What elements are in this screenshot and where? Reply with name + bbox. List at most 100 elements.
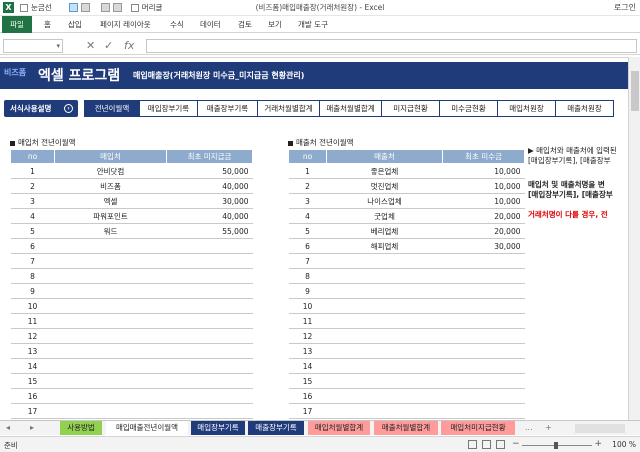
table-cell[interactable]: 베리업체	[326, 223, 443, 239]
sheet-tab[interactable]: 매출처월별합계	[374, 421, 438, 435]
more-tabs[interactable]: ...	[525, 423, 533, 432]
table-cell[interactable]: 15	[10, 373, 55, 389]
nav-tab[interactable]: 매입처원장	[498, 100, 556, 117]
table-cell[interactable]: 비즈폼	[54, 178, 167, 194]
table-cell[interactable]: 30,000	[442, 238, 525, 254]
table-cell[interactable]: 1	[10, 163, 55, 179]
sheet-tab[interactable]: 매입매출전년이월액	[106, 421, 188, 435]
table-cell[interactable]: 15	[288, 373, 327, 389]
tab-scroll-right-icon[interactable]: ▸	[30, 423, 34, 432]
table-cell[interactable]	[442, 283, 525, 299]
table-cell[interactable]: 50,000	[166, 163, 253, 179]
table-cell[interactable]	[442, 298, 525, 314]
table-cell[interactable]	[54, 238, 167, 254]
table-cell[interactable]: 17	[10, 403, 55, 419]
table-cell[interactable]: 4	[10, 208, 55, 224]
zoom-in-icon[interactable]: +	[594, 439, 602, 449]
table-cell[interactable]	[442, 268, 525, 284]
table-cell[interactable]	[54, 403, 167, 419]
table-cell[interactable]	[166, 253, 253, 269]
table-cell[interactable]	[54, 388, 167, 404]
ribbon-tab-insert[interactable]: 삽입	[68, 19, 82, 30]
table-cell[interactable]: 40,000	[166, 178, 253, 194]
table-cell[interactable]: 4	[288, 208, 327, 224]
table-cell[interactable]: 7	[288, 253, 327, 269]
sheet-tab[interactable]: 매입처월별합계	[308, 421, 370, 435]
sheet-tab[interactable]: 매출장부기록	[248, 421, 304, 435]
table-cell[interactable]: 10,000	[442, 178, 525, 194]
table-cell[interactable]	[166, 343, 253, 359]
table-cell[interactable]	[54, 253, 167, 269]
vertical-scrollbar[interactable]	[628, 57, 640, 420]
table-cell[interactable]: 9	[288, 283, 327, 299]
table-cell[interactable]: 8	[288, 268, 327, 284]
table-cell[interactable]	[166, 403, 253, 419]
table-cell[interactable]: 12	[10, 328, 55, 344]
table-cell[interactable]: 11	[10, 313, 55, 329]
table-cell[interactable]: 안비닷컴	[54, 163, 167, 179]
table-cell[interactable]: 3	[288, 193, 327, 209]
chevron-down-icon[interactable]: ▾	[56, 42, 60, 50]
table-cell[interactable]: 13	[10, 343, 55, 359]
table-cell[interactable]	[54, 358, 167, 374]
table-cell[interactable]	[326, 343, 443, 359]
table-cell[interactable]	[54, 328, 167, 344]
table-cell[interactable]: 10	[288, 298, 327, 314]
nav-tab[interactable]: 전년이월액	[84, 100, 140, 117]
table-cell[interactable]	[166, 328, 253, 344]
nav-tab[interactable]: 미지급현황	[382, 100, 440, 117]
table-cell[interactable]	[326, 313, 443, 329]
table-cell[interactable]	[326, 403, 443, 419]
table-cell[interactable]: 16	[10, 388, 55, 404]
table-cell[interactable]: 6	[288, 238, 327, 254]
zoom-level[interactable]: 100 %	[612, 440, 636, 449]
table-cell[interactable]	[54, 268, 167, 284]
table-cell[interactable]: 2	[288, 178, 327, 194]
table-cell[interactable]: 7	[10, 253, 55, 269]
sheet-tab[interactable]: 매입장부기록	[191, 421, 245, 435]
table-cell[interactable]	[326, 298, 443, 314]
table-cell[interactable]	[54, 298, 167, 314]
table-cell[interactable]: 엑셀	[54, 193, 167, 209]
ribbon-tab-data[interactable]: 데이터	[200, 19, 221, 30]
sheet-tab[interactable]: 사용방법	[60, 421, 102, 435]
scroll-thumb[interactable]	[631, 71, 639, 111]
table-cell[interactable]	[166, 238, 253, 254]
table-cell[interactable]: 2	[10, 178, 55, 194]
table-cell[interactable]: 40,000	[166, 208, 253, 224]
table-cell[interactable]	[326, 388, 443, 404]
table-cell[interactable]	[166, 358, 253, 374]
table-cell[interactable]	[326, 253, 443, 269]
page-layout-view-icon[interactable]	[482, 440, 491, 449]
table-cell[interactable]: 16	[288, 388, 327, 404]
worksheet[interactable]: 비즈폼 엑셀 프로그램 매입매출장(거래처원장 미수금_미지급금 현황관리) 서…	[0, 57, 628, 420]
table-cell[interactable]: 멋진업체	[326, 178, 443, 194]
table-cell[interactable]: 5	[288, 223, 327, 239]
ribbon-tab-page-layout[interactable]: 페이지 레이아웃	[100, 19, 151, 30]
nav-tab[interactable]: 거래처월별합계	[258, 100, 320, 117]
table-cell[interactable]: 55,000	[166, 223, 253, 239]
ribbon-tab-home[interactable]: 홈	[44, 19, 51, 30]
table-cell[interactable]	[326, 268, 443, 284]
table-cell[interactable]	[442, 343, 525, 359]
table-cell[interactable]: 30,000	[166, 193, 253, 209]
table-cell[interactable]: 8	[10, 268, 55, 284]
table-cell[interactable]: 좋은업체	[326, 163, 443, 179]
zoom-slider[interactable]: − +	[512, 439, 602, 449]
table-cell[interactable]: 굿업체	[326, 208, 443, 224]
table-cell[interactable]	[166, 313, 253, 329]
table-cell[interactable]	[442, 388, 525, 404]
table-cell[interactable]	[166, 283, 253, 299]
table-cell[interactable]	[326, 283, 443, 299]
table-cell[interactable]	[54, 283, 167, 299]
table-cell[interactable]: 10,000	[442, 163, 525, 179]
table-cell[interactable]	[166, 388, 253, 404]
tab-scroll-left-icon[interactable]: ◂	[6, 423, 10, 432]
name-box[interactable]: ▾	[3, 39, 63, 53]
table-cell[interactable]: 9	[10, 283, 55, 299]
table-cell[interactable]: 3	[10, 193, 55, 209]
insert-function-icon[interactable]: fx	[124, 39, 134, 52]
table-cell[interactable]: 1	[288, 163, 327, 179]
table-cell[interactable]	[442, 313, 525, 329]
table-cell[interactable]: 워드	[54, 223, 167, 239]
